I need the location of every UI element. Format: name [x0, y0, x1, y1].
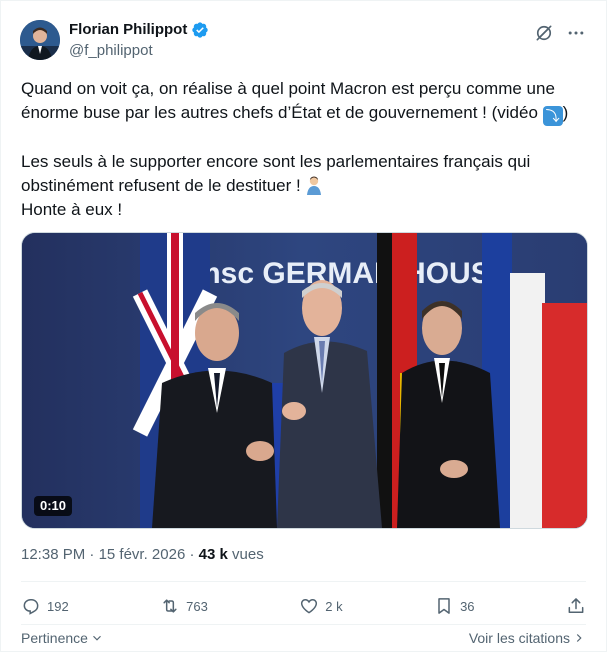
share-button[interactable] [566, 596, 586, 616]
video-thumbnail: msc GERMAN HOUSE ★ ★ ★ [22, 233, 587, 528]
tweet-line: énorme buse par les autres chefs d’État … [21, 101, 591, 126]
reply-button[interactable]: 192 [21, 596, 69, 616]
divider [21, 624, 586, 625]
avatar[interactable] [20, 20, 60, 60]
tweet-meta: 12:38 PM · 15 févr. 2026 · 43 k vues [21, 545, 264, 565]
repost-icon [163, 599, 177, 613]
avatar-portrait-icon [20, 20, 60, 60]
heart-icon [301, 598, 318, 614]
tweet-text-span: ) [562, 103, 569, 122]
bookmark-count: 36 [460, 598, 475, 614]
backdrop-text: msc GERMAN HOUSE [194, 257, 511, 290]
tweet-text-span: énorme buse par les autres chefs d’État … [21, 103, 543, 122]
tweet-card: Florian Philippot @f_philippot Quand on … [0, 0, 607, 652]
repost-button[interactable]: 763 [160, 596, 208, 616]
author-name[interactable]: Florian Philippot [69, 20, 187, 40]
meta-separator: · [185, 546, 199, 563]
views-count: 43 k [198, 546, 228, 563]
sort-label: Pertinence [21, 630, 88, 646]
chevron-down-icon [93, 635, 101, 641]
reply-icon [23, 599, 39, 615]
verified-badge-icon [191, 21, 209, 39]
tweet-time[interactable]: 12:38 PM [21, 546, 85, 563]
tweet-line: Quand on voit ça, on réalise à quel poin… [21, 79, 555, 98]
action-bar: 192 763 2 k 36 [21, 594, 586, 618]
header-actions [534, 23, 586, 43]
author-name-row[interactable]: Florian Philippot [69, 20, 209, 40]
tweet-date[interactable]: 15 févr. 2026 [99, 546, 186, 563]
tweet-line: Honte à eux ! [21, 200, 123, 219]
video-duration: 0:10 [34, 496, 73, 516]
views-label: vues [227, 546, 264, 563]
like-button[interactable]: 2 k [299, 596, 343, 616]
meta-separator: · [85, 546, 99, 563]
more-icon[interactable] [566, 23, 586, 43]
video-player[interactable]: msc GERMAN HOUSE ★ ★ ★ [21, 232, 588, 529]
tweet-line: Les seuls à le supporter encore sont les… [21, 152, 531, 171]
arrow-down-emoji-icon: ⤵ [542, 106, 563, 126]
replies-footer: Pertinence Voir les citations [21, 627, 586, 649]
like-count: 2 k [325, 598, 343, 614]
author-handle[interactable]: @f_philippot [69, 41, 153, 61]
sort-dropdown[interactable]: Pertinence [21, 630, 104, 646]
bookmark-button[interactable]: 36 [434, 596, 475, 616]
view-quotes-label: Voir les citations [468, 630, 570, 646]
person-facepalm-emoji-icon [305, 175, 323, 195]
reply-count: 192 [47, 598, 69, 614]
view-quotes-link[interactable]: Voir les citations [469, 630, 586, 646]
grok-icon[interactable] [534, 23, 554, 43]
tweet-line: obstinément refusent de le destituer ! [21, 174, 591, 198]
chevron-right-icon [576, 634, 582, 642]
repost-count: 763 [186, 598, 208, 614]
share-icon [568, 598, 584, 613]
divider [21, 581, 586, 582]
tweet-text-span: obstinément refusent de le destituer ! [21, 176, 306, 195]
tweet-text: Quand on voit ça, on réalise à quel poin… [21, 77, 591, 222]
bookmark-icon [438, 598, 450, 614]
